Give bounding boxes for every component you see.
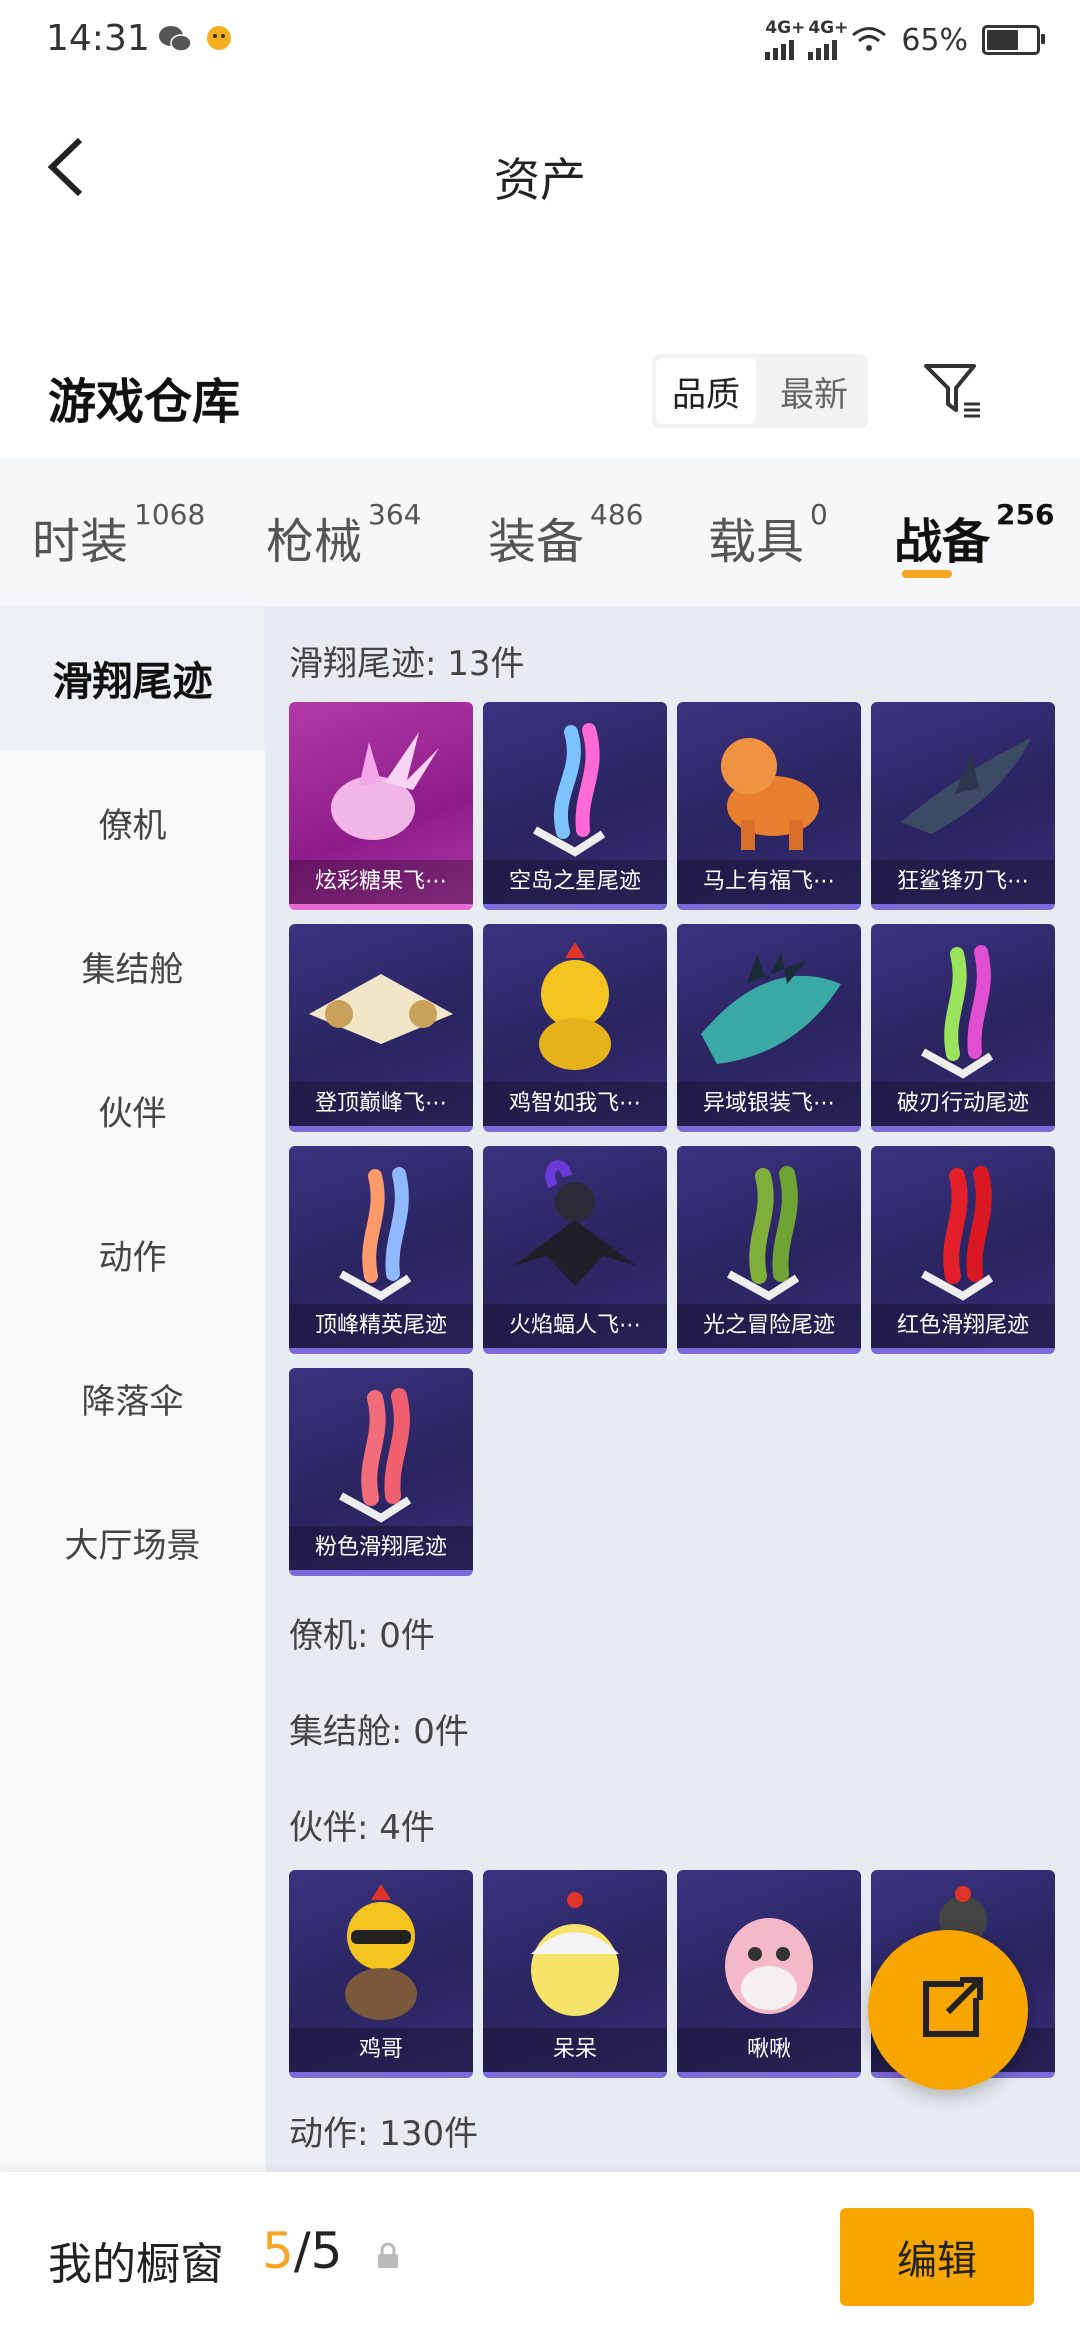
item-card[interactable]: 狂鲨锋刃飞⋯ — [871, 702, 1055, 910]
tab-equipment[interactable]: 装备 486 — [488, 498, 643, 572]
item-label: 啾啾 — [677, 2028, 861, 2072]
section-title-pod: 集结舱: 0件 — [289, 1712, 469, 1752]
item-label: 鸡哥 — [289, 2028, 473, 2072]
item-label: 狂鲨锋刃飞⋯ — [871, 860, 1055, 904]
page-title: 资产 — [494, 153, 586, 207]
item-card[interactable]: 鸡哥 — [289, 1870, 473, 2078]
signal-icon: 4G+ — [808, 18, 848, 60]
status-bar: 14:31 4G+ 4G+ 65% — [0, 0, 1080, 86]
item-card[interactable]: 鸡智如我飞⋯ — [483, 924, 667, 1132]
item-card[interactable]: 马上有福飞⋯ — [677, 702, 861, 910]
sidebar-item-parachute[interactable]: 降落伞 — [0, 1326, 265, 1470]
item-label: 登顶巅峰飞⋯ — [289, 1082, 473, 1126]
share-button[interactable] — [868, 1930, 1028, 2090]
glider-image — [309, 974, 453, 1044]
chicken-glider-image — [539, 942, 611, 1070]
item-label: 火焰蝠人飞⋯ — [483, 1304, 667, 1348]
showcase-title: 我的橱窗 — [48, 2239, 224, 2290]
batman-glider-image — [513, 1160, 637, 1286]
item-label: 粉色滑翔尾迹 — [289, 1526, 473, 1570]
item-label: 鸡智如我飞⋯ — [483, 1082, 667, 1126]
category-tabs: 时装 1068 枪械 364 装备 486 载具 0 战备 256 — [0, 458, 1080, 606]
item-card[interactable]: 异域银装飞⋯ — [677, 924, 861, 1132]
status-time: 14:31 — [46, 18, 150, 59]
section-title-action: 动作: 130件 — [289, 2114, 479, 2154]
sort-toggle[interactable]: 品质 最新 — [652, 354, 868, 428]
trail-image — [339, 1167, 412, 1301]
item-label: 空岛之星尾迹 — [483, 860, 667, 904]
section-title-glide: 滑翔尾迹: 13件 — [289, 644, 525, 684]
trail-image — [727, 1166, 800, 1301]
item-card[interactable]: 光之冒险尾迹 — [677, 1146, 861, 1354]
sidebar-item-lobby-scene[interactable]: 大厅场景 — [0, 1470, 265, 1614]
item-card[interactable]: 呆呆 — [483, 1870, 667, 2078]
sidebar: 滑翔尾迹 僚机 集结舱 伙伴 动作 降落伞 大厅场景 — [0, 606, 265, 2172]
warehouse-title: 游戏仓库 — [48, 374, 241, 430]
silver-glider-image — [701, 952, 841, 1064]
tab-vehicles[interactable]: 载具 0 — [708, 498, 828, 572]
item-card[interactable]: 啾啾 — [677, 1870, 861, 2078]
app-notification-icon — [207, 26, 231, 50]
chick-partner-image — [531, 1892, 619, 2016]
item-card[interactable]: 登顶巅峰飞⋯ — [289, 924, 473, 1132]
header: 资产 — [0, 86, 1080, 246]
signal-icon: 4G+ — [765, 18, 805, 60]
item-label: 破刃行动尾迹 — [871, 1082, 1055, 1126]
trail-image — [921, 945, 994, 1079]
section-title-partner: 伙伴: 4件 — [289, 1808, 435, 1848]
sidebar-item-glide-trail[interactable]: 滑翔尾迹 — [0, 606, 265, 750]
bird-partner-image — [725, 1918, 813, 2014]
item-label: 炫彩糖果飞⋯ — [289, 860, 473, 904]
item-label: 顶峰精英尾迹 — [289, 1304, 473, 1348]
horse-glider-image — [721, 738, 819, 850]
filter-icon[interactable] — [920, 358, 986, 424]
item-label: 光之冒险尾迹 — [677, 1304, 861, 1348]
tab-fashion[interactable]: 时装 1068 — [32, 498, 205, 572]
item-card[interactable]: 炫彩糖果飞⋯ — [289, 702, 473, 910]
active-tab-indicator — [902, 570, 952, 578]
candy-glider-image — [331, 732, 439, 840]
sidebar-item-wingman[interactable]: 僚机 — [0, 750, 265, 894]
item-label: 异域银装飞⋯ — [677, 1082, 861, 1126]
item-card[interactable]: 破刃行动尾迹 — [871, 924, 1055, 1132]
sort-quality[interactable]: 品质 — [656, 358, 756, 424]
item-card[interactable]: 粉色滑翔尾迹 — [289, 1368, 473, 1576]
showcase-bar: 我的橱窗 5/5 编辑 — [0, 2172, 1080, 2340]
wechat-icon — [159, 26, 192, 52]
battery-percent: 65% — [901, 22, 968, 58]
item-card[interactable]: 红色滑翔尾迹 — [871, 1146, 1055, 1354]
lock-icon — [378, 2242, 398, 2268]
sidebar-item-pod[interactable]: 集结舱 — [0, 894, 265, 1038]
battery-icon — [982, 25, 1045, 55]
sort-newest[interactable]: 最新 — [764, 358, 864, 424]
sidebar-item-partner[interactable]: 伙伴 — [0, 1038, 265, 1182]
item-label: 马上有福飞⋯ — [677, 860, 861, 904]
trail-image — [339, 1388, 412, 1523]
chicken-partner-image — [345, 1884, 417, 2020]
edit-button[interactable]: 编辑 — [840, 2208, 1034, 2306]
sidebar-item-action[interactable]: 动作 — [0, 1182, 265, 1326]
warehouse-bar: 游戏仓库 品质 最新 — [0, 340, 1080, 458]
item-card[interactable]: 空岛之星尾迹 — [483, 702, 667, 910]
item-label: 呆呆 — [483, 2028, 667, 2072]
item-card[interactable]: 火焰蝠人飞⋯ — [483, 1146, 667, 1354]
trail-image — [921, 1166, 994, 1301]
showcase-count: 5/5 — [262, 2222, 343, 2280]
share-icon — [923, 1977, 983, 2037]
wifi-icon — [852, 27, 887, 51]
trail-image — [533, 723, 606, 857]
tab-guns[interactable]: 枪械 364 — [266, 498, 421, 572]
item-card[interactable]: 顶峰精英尾迹 — [289, 1146, 473, 1354]
section-title-wingman: 僚机: 0件 — [289, 1616, 435, 1656]
tab-combat-prep[interactable]: 战备 256 — [894, 498, 1054, 572]
shark-glider-image — [901, 738, 1031, 834]
item-label: 红色滑翔尾迹 — [871, 1304, 1055, 1348]
